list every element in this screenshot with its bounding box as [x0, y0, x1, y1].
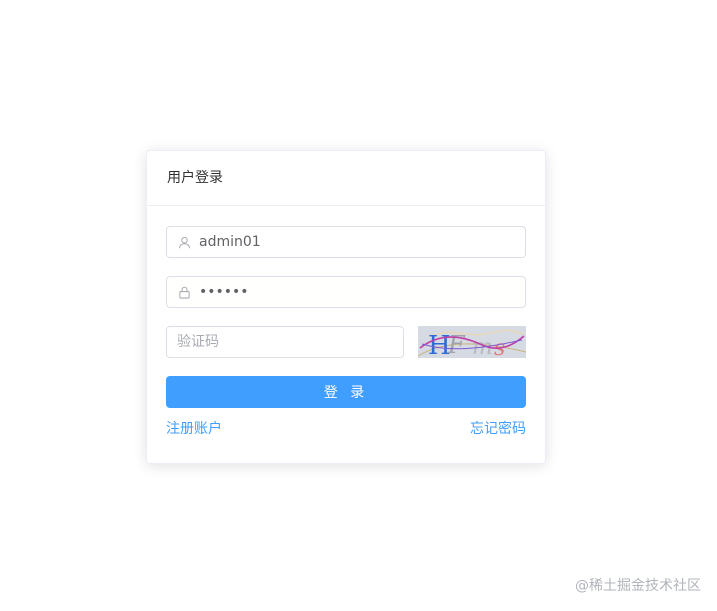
login-title: 用户登录 [167, 170, 223, 186]
captcha-row: H F m s [166, 326, 526, 358]
username-field[interactable] [166, 226, 526, 258]
login-button[interactable]: 登 录 [166, 376, 526, 408]
password-field[interactable] [166, 276, 526, 308]
card-header: 用户登录 [147, 151, 545, 206]
page: 用户登录 admin01 •••••• 验证码 H F m s 登 录 注册账户… [0, 0, 717, 611]
forgot-password-link[interactable]: 忘记密码 [470, 418, 526, 438]
form-links: 注册账户 忘记密码 [166, 418, 526, 438]
captcha-char-f: F [447, 331, 466, 358]
username-input[interactable] [199, 228, 525, 256]
password-input[interactable] [199, 278, 525, 306]
lock-icon [177, 285, 191, 299]
user-icon [177, 235, 191, 249]
login-form: H F m s 登 录 注册账户 忘记密码 [147, 206, 545, 438]
watermark: @稀土掘金技术社区 [575, 578, 701, 594]
captcha-field[interactable] [166, 326, 404, 358]
captcha-input[interactable] [177, 328, 403, 356]
login-card: 用户登录 admin01 •••••• 验证码 H F m s 登 录 注册账户… [146, 150, 546, 464]
captcha-image[interactable]: H F m s [418, 326, 526, 358]
register-link[interactable]: 注册账户 [166, 418, 222, 438]
